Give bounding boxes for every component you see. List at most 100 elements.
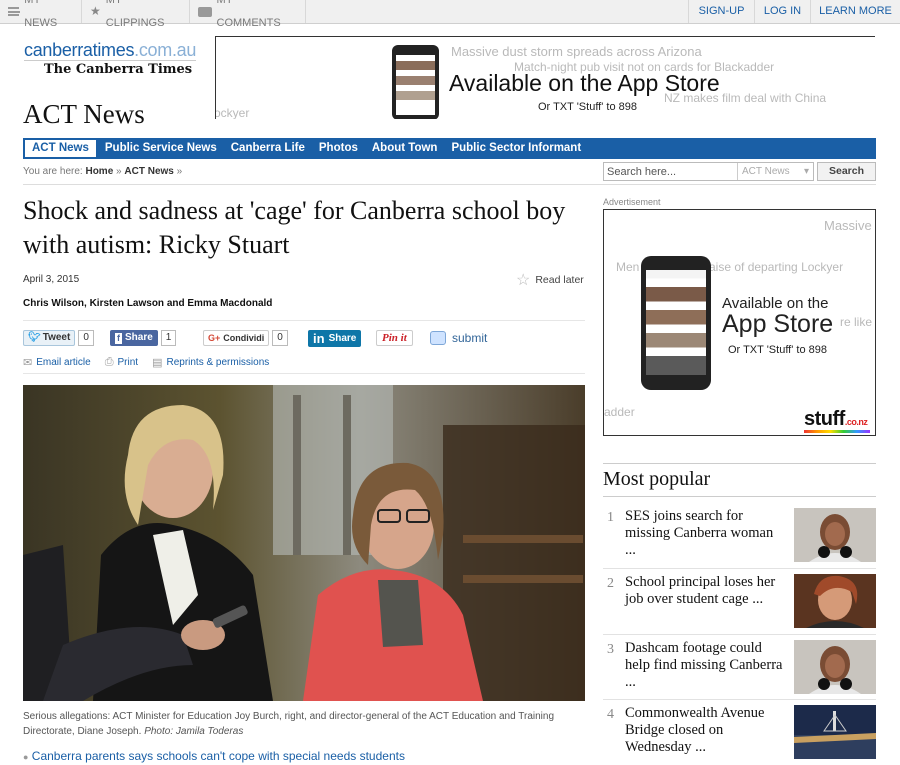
document-icon: ▤ — [152, 357, 163, 369]
rank-number: 1 — [607, 510, 614, 525]
search-button[interactable]: Search — [817, 162, 876, 181]
article-date: April 3, 2015 — [23, 274, 80, 285]
most-popular-title[interactable]: SES joins search for missing Canberra wo… — [625, 508, 785, 559]
article-byline: Chris Wilson, Kirsten Lawson and Emma Ma… — [23, 298, 273, 309]
read-later-label: Read later — [535, 274, 584, 286]
nav-item-photos[interactable]: Photos — [312, 138, 365, 159]
pinterest-button[interactable]: Pin it — [376, 329, 413, 347]
reddit-icon — [430, 331, 446, 345]
stuff-logo-name: stuff — [804, 408, 845, 430]
thumbnail[interactable] — [794, 574, 876, 628]
divider — [603, 463, 876, 464]
reddit-label: submit — [452, 331, 488, 345]
sidebar-ad[interactable]: Massive Men aise of departing Lockyer re… — [603, 209, 876, 436]
login-link[interactable]: LOG IN — [754, 0, 810, 23]
comments-icon — [198, 6, 212, 17]
ad-subtext: Or TXT 'Stuff' to 898 — [728, 344, 827, 356]
thumbnail-image — [794, 508, 876, 562]
top-banner-ad[interactable]: Massive dust storm spreads across Arizon… — [215, 36, 875, 119]
ad-ghost-text: Men — [616, 260, 640, 274]
most-popular-item[interactable]: 3 Dashcam footage could help find missin… — [603, 640, 876, 700]
thumbnail[interactable] — [794, 640, 876, 694]
most-popular-item[interactable]: 1 SES joins search for missing Canberra … — [603, 508, 876, 568]
site-logo-name: canberratimes — [24, 40, 135, 60]
my-news-link[interactable]: MY NEWS — [0, 0, 82, 29]
facebook-icon: f — [115, 332, 122, 344]
nav-item-public-sector-informant[interactable]: Public Sector Informant — [444, 138, 588, 159]
email-article-label: Email article — [36, 357, 91, 368]
logo-divider — [24, 60, 196, 61]
site-logo-domain: .com.au — [134, 40, 197, 60]
site-logo[interactable]: canberratimes.com.au — [24, 40, 196, 61]
signup-link[interactable]: SIGN-UP — [688, 0, 754, 23]
thumbnail-image — [794, 574, 876, 628]
ad-ghost-text: re like — [840, 315, 873, 329]
facebook-share-button[interactable]: f Share 1 — [110, 329, 177, 347]
breadcrumb-home[interactable]: Home — [85, 166, 113, 177]
nav-item-act-news[interactable]: ACT News — [23, 138, 98, 159]
list-icon — [8, 7, 20, 16]
divider — [23, 184, 876, 185]
learn-more-link[interactable]: LEARN MORE — [810, 0, 900, 23]
my-clippings-link[interactable]: ★ MY CLIPPINGS — [82, 0, 190, 29]
chevron-down-icon: ▾ — [803, 166, 809, 177]
article-photo-image — [23, 385, 585, 701]
nav-item-about-town[interactable]: About Town — [365, 138, 445, 159]
email-article-link[interactable]: ✉ Email article — [23, 356, 91, 369]
most-popular-title[interactable]: Commonwealth Avenue Bridge closed on Wed… — [625, 705, 785, 756]
most-popular-item[interactable]: 4 Commonwealth Avenue Bridge closed on W… — [603, 705, 876, 765]
breadcrumb-separator: » — [116, 166, 122, 177]
thumbnail-image — [794, 640, 876, 694]
stuff-logo-suffix: .co.nz — [844, 417, 868, 427]
ad-subtext: Or TXT 'Stuff' to 898 — [538, 101, 637, 113]
reddit-submit-button[interactable]: submit — [430, 329, 487, 347]
most-popular-item[interactable]: 2 School principal loses her job over st… — [603, 574, 876, 634]
printer-icon: ⎙ — [104, 356, 114, 368]
most-popular-title[interactable]: Dashcam footage could help find missing … — [625, 640, 785, 691]
paper-nameplate: The Canberra Times — [44, 62, 193, 77]
article-photo[interactable] — [23, 385, 585, 701]
bullet-icon: ● — [23, 752, 29, 762]
my-clippings-label: MY CLIPPINGS — [105, 0, 165, 29]
most-popular-title[interactable]: School principal loses her job over stud… — [625, 574, 785, 608]
divider — [23, 320, 585, 321]
rainbow-bar — [804, 430, 870, 433]
linkedin-share-button[interactable]: in Share — [308, 329, 362, 347]
nav-item-public-service-news[interactable]: Public Service News — [98, 138, 224, 159]
envelope-icon: ✉ — [23, 357, 33, 369]
read-later-button[interactable]: ☆ Read later — [516, 270, 584, 290]
thumbnail[interactable] — [794, 705, 876, 759]
rank-number: 2 — [607, 576, 614, 591]
stuff-logo: stuff.co.nz — [804, 408, 868, 431]
ad-ghost-text: aise of departing Lockyer — [709, 260, 844, 274]
ad-label: Advertisement — [603, 197, 661, 207]
google-plus-share-button[interactable]: G+ Condividi 0 — [203, 329, 288, 347]
nav-item-canberra-life[interactable]: Canberra Life — [224, 138, 312, 159]
section-nav: ACT News Public Service News Canberra Li… — [23, 138, 876, 159]
share-bar: 🐦︎ Tweet 0 f Share 1 G+ Condividi 0 in Share… — [23, 329, 583, 347]
rank-number: 3 — [607, 642, 614, 657]
reprints-link[interactable]: ▤ Reprints & permissions — [152, 356, 269, 369]
ad-ghost-text: Massive dust storm spreads across Arizon… — [451, 44, 702, 59]
breadcrumb-current[interactable]: ACT News — [124, 166, 173, 177]
tweet-count: 0 — [78, 330, 94, 346]
related-link[interactable]: ● Canberra parents says schools can't co… — [23, 749, 405, 763]
print-label: Print — [117, 357, 139, 368]
tweet-button[interactable]: 🐦︎ Tweet 0 — [23, 329, 94, 347]
ad-headline: Available on the App Store — [449, 70, 720, 96]
divider — [603, 568, 876, 569]
ad-ghost-text: adder — [604, 405, 635, 419]
breadcrumb-prefix: You are here: — [23, 166, 83, 177]
facebook-share-label: Share — [125, 332, 153, 343]
search-input[interactable]: Search here... — [607, 166, 676, 178]
my-comments-link[interactable]: MY COMMENTS — [190, 0, 306, 29]
photo-credit: Photo: Jamila Toderas — [144, 726, 244, 737]
divider — [23, 373, 585, 374]
twitter-icon: 🐦︎ — [28, 332, 41, 343]
search-scope-select[interactable]: ACT News ▾ — [737, 163, 814, 180]
thumbnail[interactable] — [794, 508, 876, 562]
ad-ghost-text: ockyer — [215, 106, 250, 119]
print-link[interactable]: ⎙ Print — [105, 356, 138, 369]
rank-number: 4 — [607, 707, 614, 722]
photo-caption-text: Serious allegations: ACT Minister for Ed… — [23, 711, 555, 737]
